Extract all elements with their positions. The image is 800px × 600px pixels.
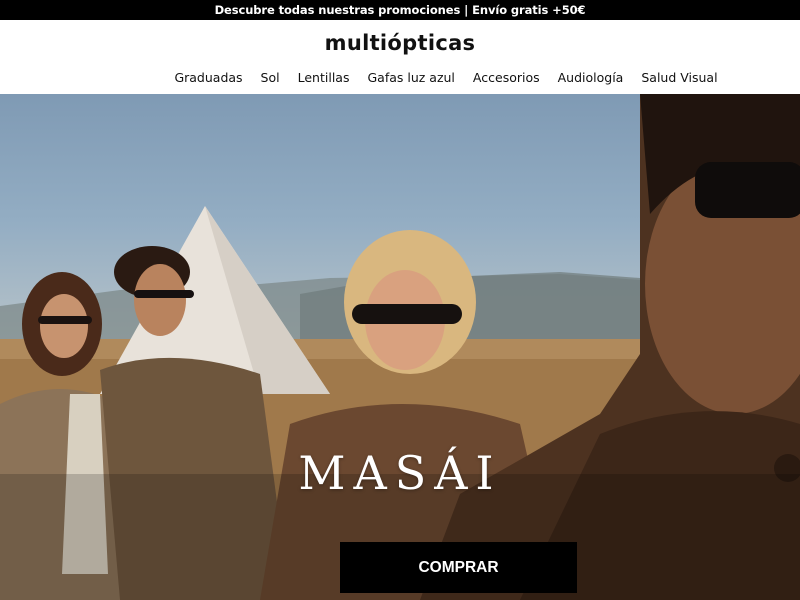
buy-button[interactable]: COMPRAR [340, 542, 577, 593]
nav-item-sol[interactable]: Sol [261, 70, 280, 90]
promo-text[interactable]: Descubre todas nuestras promociones | En… [215, 3, 586, 17]
main-navigation: Graduadas Sol Lentillas Gafas luz azul A… [0, 70, 800, 90]
nav-item-lentillas[interactable]: Lentillas [298, 70, 350, 90]
hero-image [0, 94, 800, 600]
nav-item-salud-visual[interactable]: Salud Visual [641, 70, 717, 90]
brand-logo[interactable]: multiópticas [0, 31, 800, 55]
nav-item-graduadas[interactable]: Graduadas [174, 70, 242, 90]
hero-banner[interactable]: MASÁI COMPRAR [0, 94, 800, 600]
nav-item-accesorios[interactable]: Accesorios [473, 70, 540, 90]
collection-title: MASÁI [298, 446, 502, 500]
nav-item-audiologia[interactable]: Audiología [558, 70, 624, 90]
nav-item-gafas-luz-azul[interactable]: Gafas luz azul [367, 70, 454, 90]
promo-banner[interactable]: Descubre todas nuestras promociones | En… [0, 0, 800, 20]
site-header: multiópticas Graduadas Sol Lentillas Gaf… [0, 20, 800, 94]
